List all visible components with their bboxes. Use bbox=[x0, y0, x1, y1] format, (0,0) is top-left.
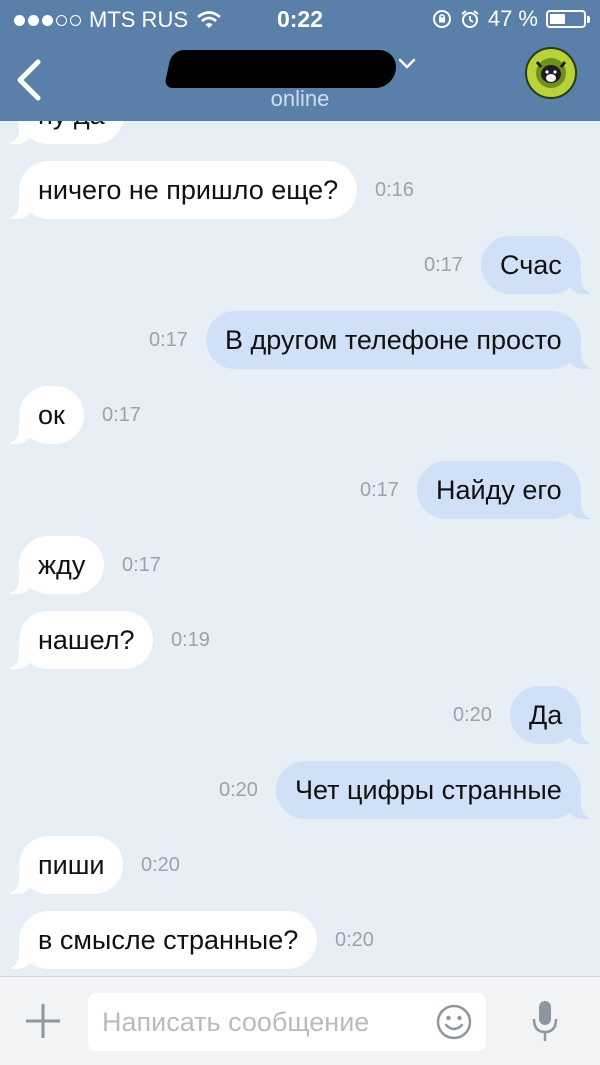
composer-bar bbox=[0, 976, 600, 1065]
battery-icon bbox=[546, 10, 590, 28]
message-text: жду bbox=[38, 550, 86, 580]
incoming-message[interactable]: ок bbox=[3, 386, 84, 444]
alarm-icon bbox=[461, 10, 479, 28]
message-timestamp: 0:16 bbox=[142, 121, 181, 144]
message-text: пиши bbox=[38, 850, 105, 880]
plus-icon[interactable] bbox=[24, 1002, 62, 1040]
incoming-message[interactable]: ничего не пришло еще? bbox=[2, 161, 358, 219]
battery-percent: 47 % bbox=[487, 6, 538, 31]
message-text: Найду его bbox=[436, 475, 562, 505]
message-text: Счас bbox=[500, 250, 562, 280]
message-timestamp: 0:17 bbox=[149, 329, 188, 351]
message-timestamp: 0:17 bbox=[102, 404, 141, 426]
message-text: ничего не пришло еще? bbox=[38, 175, 339, 205]
message-timestamp: 0:17 bbox=[360, 479, 399, 501]
contact-name-redacted[interactable] bbox=[163, 50, 401, 88]
message-input[interactable] bbox=[102, 993, 422, 1051]
message-timestamp: 0:17 bbox=[424, 254, 463, 276]
message-list[interactable]: ну да 0:16 ничего не пришло еще? 0:16 Счас 0:… bbox=[0, 121, 600, 976]
outgoing-message[interactable]: Счас bbox=[481, 236, 597, 294]
outgoing-message[interactable]: В другом телефоне просто bbox=[206, 311, 597, 369]
outgoing-message[interactable]: Найду его bbox=[417, 461, 597, 519]
orientation-lock-icon bbox=[432, 10, 451, 28]
message-text: ок bbox=[38, 400, 65, 430]
message-text: ну да bbox=[38, 121, 105, 130]
incoming-message[interactable]: нашел? bbox=[2, 611, 154, 669]
contact-status: online bbox=[270, 86, 330, 111]
message-text: В другом телефоне просто bbox=[225, 325, 562, 355]
outgoing-message[interactable]: Чет цифры странные bbox=[276, 761, 597, 819]
message-timestamp: 0:20 bbox=[141, 854, 180, 876]
message-field[interactable] bbox=[88, 993, 486, 1051]
smiley-icon[interactable] bbox=[436, 1004, 472, 1040]
microphone-icon[interactable] bbox=[530, 999, 560, 1045]
message-text: в смысле странные? bbox=[38, 925, 299, 955]
status-bar: MTS RUS 0:22 47 % bbox=[0, 0, 600, 38]
message-timestamp: 0:16 bbox=[375, 179, 414, 201]
dog-logo-icon bbox=[530, 52, 572, 94]
message-text: Да bbox=[529, 700, 563, 730]
incoming-message[interactable]: жду bbox=[2, 536, 105, 594]
incoming-message[interactable]: пиши bbox=[2, 836, 124, 894]
message-timestamp: 0:20 bbox=[453, 704, 492, 726]
message-timestamp: 0:20 bbox=[219, 779, 258, 801]
message-timestamp: 0:17 bbox=[122, 554, 161, 576]
chevron-down-icon[interactable] bbox=[398, 58, 416, 70]
message-timestamp: 0:20 bbox=[335, 929, 374, 951]
message-timestamp: 0:19 bbox=[171, 629, 210, 651]
avatar[interactable] bbox=[525, 47, 577, 99]
message-text: Чет цифры странные bbox=[295, 775, 562, 805]
message-text: нашел? bbox=[38, 625, 135, 655]
outgoing-message[interactable]: Да bbox=[510, 686, 598, 744]
incoming-message[interactable]: ну да bbox=[3, 121, 124, 144]
top-bar: MTS RUS 0:22 47 % online bbox=[0, 0, 600, 121]
incoming-message[interactable]: в смысле странные? bbox=[2, 911, 318, 969]
